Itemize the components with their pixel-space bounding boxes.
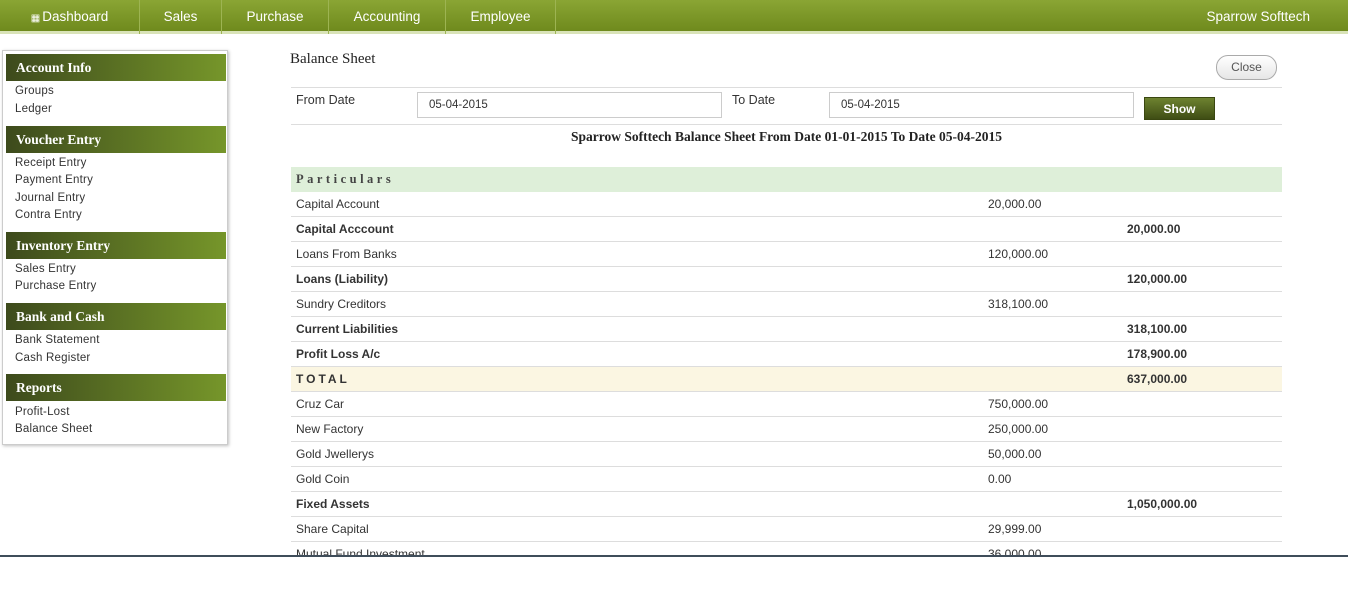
- section-bank-and-cash: Bank and Cash: [6, 303, 226, 330]
- table-row: Capital Acccount 20,000.00: [291, 217, 1282, 242]
- top-navbar: ▦ Dashboard Sales Purchase Accounting Emp…: [0, 0, 1348, 34]
- row-total: 1,050,000.00: [1127, 497, 1198, 511]
- total-row: TOTAL 637,000.00: [291, 367, 1282, 392]
- table-row: Capital Account 20,000.00: [291, 192, 1282, 217]
- from-date-label: From Date: [296, 93, 356, 107]
- to-date-label: To Date: [732, 93, 776, 107]
- sidebar-link-journal-entry[interactable]: Journal Entry: [15, 192, 85, 204]
- row-total: 637,000.00: [1127, 372, 1188, 386]
- table-row: Fixed Assets 1,050,000.00: [291, 492, 1282, 517]
- sidebar-link-bank-statement[interactable]: Bank Statement: [15, 334, 100, 346]
- table-header-row: Particulars: [291, 167, 1282, 192]
- close-button[interactable]: Close: [1216, 55, 1277, 80]
- filter-top-divider: [291, 87, 1282, 88]
- window-bottom-edge: [0, 555, 1348, 600]
- report-title: Sparrow Softtech Balance Sheet From Date…: [570, 129, 1003, 144]
- brand-name: Sparrow Softtech: [1206, 9, 1310, 24]
- row-total: 318,100.00: [1127, 322, 1188, 336]
- table-row: Loans From Banks 120,000.00: [291, 242, 1282, 267]
- nav-dashboard-label: Dashboard: [42, 9, 109, 24]
- sidebar-link-sales-entry[interactable]: Sales Entry: [15, 263, 76, 275]
- nav-purchase[interactable]: Purchase: [222, 0, 329, 34]
- row-amount: 318,100.00: [988, 297, 1049, 311]
- sidebar-link-contra-entry[interactable]: Contra Entry: [15, 209, 82, 221]
- table-row: Gold Jwellerys 50,000.00: [291, 442, 1282, 467]
- row-amount: 50,000.00: [988, 447, 1042, 461]
- row-particular: Share Capital: [296, 522, 369, 536]
- sidebar-link-receipt-entry[interactable]: Receipt Entry: [15, 157, 87, 169]
- row-particular: Loans From Banks: [296, 247, 397, 261]
- table-row: Cruz Car 750,000.00: [291, 392, 1282, 417]
- table-row: New Factory 250,000.00: [291, 417, 1282, 442]
- section-account-info: Account Info: [6, 54, 226, 81]
- row-particular: New Factory: [296, 422, 364, 436]
- row-particular: TOTAL: [296, 372, 350, 386]
- row-particular: Gold Jwellerys: [296, 447, 375, 461]
- sidebar-link-balance-sheet[interactable]: Balance Sheet: [15, 423, 92, 435]
- filter-bottom-divider: [291, 124, 1282, 125]
- table-row: Loans (Liability) 120,000.00: [291, 267, 1282, 292]
- nav-employee[interactable]: Employee: [446, 0, 556, 34]
- row-total: 20,000.00: [1127, 222, 1181, 236]
- row-total: 120,000.00: [1127, 272, 1188, 286]
- row-particular: Cruz Car: [296, 397, 345, 411]
- nav-dashboard[interactable]: ▦ Dashboard: [0, 0, 140, 34]
- table-row: Share Capital 29,999.00: [291, 517, 1282, 542]
- row-particular: Fixed Assets: [296, 497, 370, 511]
- sidebar-link-cash-register[interactable]: Cash Register: [15, 352, 90, 364]
- row-amount: 20,000.00: [988, 197, 1042, 211]
- particulars-header: Particulars: [296, 172, 395, 186]
- grid-icon: ▦: [30, 13, 41, 24]
- row-particular: Gold Coin: [296, 472, 350, 486]
- row-amount: 120,000.00: [988, 247, 1049, 261]
- nav-accounting[interactable]: Accounting: [329, 0, 446, 34]
- page-title: Balance Sheet: [290, 51, 376, 67]
- row-particular: Sundry Creditors: [296, 297, 387, 311]
- row-particular: Profit Loss A/c: [296, 347, 381, 361]
- row-total: 178,900.00: [1127, 347, 1188, 361]
- sidebar-link-profit-lost[interactable]: Profit-Lost: [15, 406, 70, 418]
- section-inventory-entry: Inventory Entry: [6, 232, 226, 259]
- table-row: Current Liabilities 318,100.00: [291, 317, 1282, 342]
- sidebar-link-payment-entry[interactable]: Payment Entry: [15, 174, 93, 186]
- row-amount: 750,000.00: [988, 397, 1049, 411]
- balance-sheet-table: Particulars Capital Account 20,000.00 Capi…: [291, 167, 1282, 567]
- row-particular: Loans (Liability): [296, 272, 389, 286]
- table-row: Gold Coin 0.00: [291, 467, 1282, 492]
- sidebar: Account Info Groups Ledger Voucher Entry…: [2, 50, 228, 445]
- row-particular: Current Liabilities: [296, 322, 399, 336]
- section-voucher-entry: Voucher Entry: [6, 126, 226, 153]
- to-date-input[interactable]: 05-04-2015: [829, 92, 1134, 118]
- show-button[interactable]: Show: [1144, 97, 1215, 120]
- sidebar-link-groups[interactable]: Groups: [15, 85, 54, 97]
- table-row: Sundry Creditors 318,100.00: [291, 292, 1282, 317]
- sidebar-link-ledger[interactable]: Ledger: [15, 103, 52, 115]
- table-row: Profit Loss A/c 178,900.00: [291, 342, 1282, 367]
- row-amount: 250,000.00: [988, 422, 1049, 436]
- row-particular: Capital Acccount: [296, 222, 394, 236]
- nav-sales[interactable]: Sales: [140, 0, 222, 34]
- row-amount: 29,999.00: [988, 522, 1042, 536]
- from-date-input[interactable]: 05-04-2015: [417, 92, 722, 118]
- sidebar-link-purchase-entry[interactable]: Purchase Entry: [15, 280, 96, 292]
- row-particular: Capital Account: [296, 197, 380, 211]
- section-reports: Reports: [6, 374, 226, 401]
- row-amount: 0.00: [988, 472, 1012, 486]
